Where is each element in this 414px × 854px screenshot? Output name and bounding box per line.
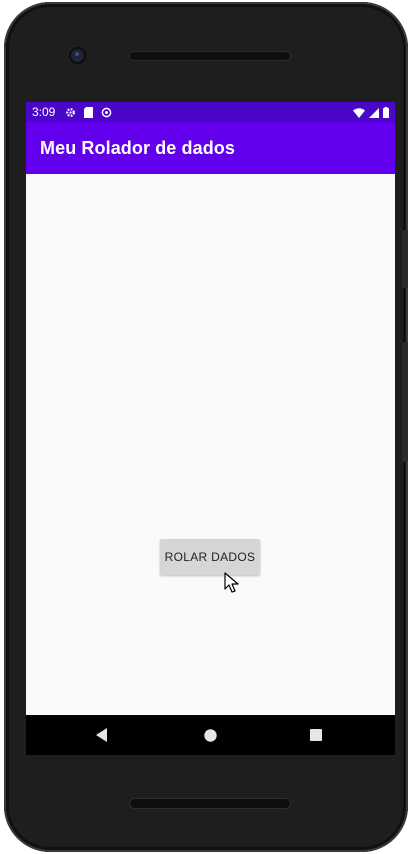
wifi-icon [353,103,365,122]
nav-bar [26,715,395,755]
phone-frame: 3:09 Meu Rolador de dados ROLAR DADOS [4,2,408,852]
roll-dice-button[interactable]: ROLAR DADOS [160,539,260,575]
bottom-speaker [130,799,290,808]
volume-button [402,342,408,462]
status-time: 3:09 [32,105,56,119]
home-icon[interactable] [190,715,230,755]
battery-icon [383,103,389,122]
power-button [402,230,408,288]
status-bar: 3:09 [26,102,395,122]
earpiece-speaker [130,52,290,60]
main-content: ROLAR DADOS [26,174,395,715]
app-bar: Meu Rolador de dados [26,122,395,174]
sync-icon [101,103,112,122]
screen: 3:09 Meu Rolador de dados ROLAR DADOS [26,102,395,755]
sd-card-icon [84,103,94,122]
front-camera [71,49,84,62]
recents-icon[interactable] [296,715,336,755]
app-title: Meu Rolador de dados [40,137,236,158]
mouse-pointer-icon [224,572,240,598]
back-icon[interactable] [82,715,122,755]
cell-signal-icon [369,103,379,122]
gear-icon [65,103,76,122]
